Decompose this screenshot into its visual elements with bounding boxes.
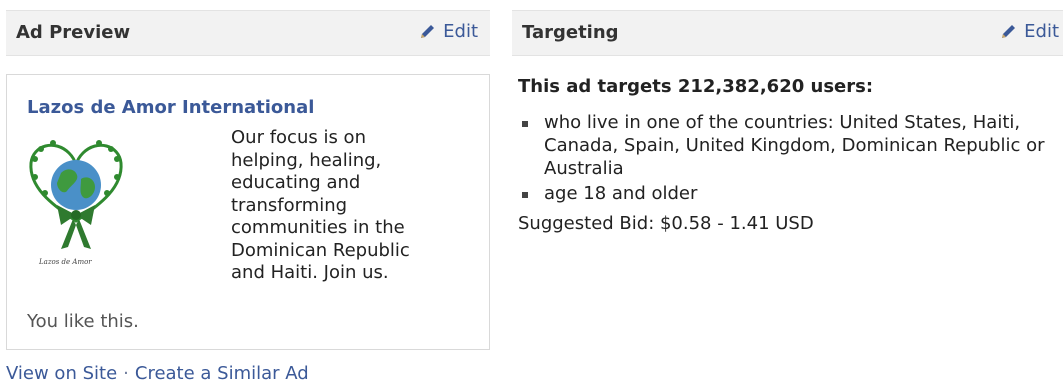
target-criteria-list: who live in one of the countries: United… (518, 111, 1058, 205)
targeting-title: Targeting (522, 22, 619, 43)
ad-preview-title: Ad Preview (16, 22, 131, 43)
link-separator: · (123, 363, 129, 384)
targeting-panel: This ad targets 212,382,620 users: who l… (518, 76, 1058, 235)
ad-title-link[interactable]: Lazos de Amor International (27, 97, 314, 118)
view-on-site-link[interactable]: View on Site (6, 363, 117, 384)
ad-body-text: Our focus is on helping, healing, educat… (231, 127, 410, 283)
pencil-icon (421, 25, 435, 38)
targeting-header: Targeting Edit (512, 10, 1063, 56)
target-headline: This ad targets 212,382,620 users: (518, 76, 874, 97)
targeting-edit-label: Edit (1024, 21, 1059, 42)
targeting-edit-button[interactable]: Edit (1000, 21, 1059, 42)
ad-preview-edit-label: Edit (443, 21, 478, 42)
logo-script-text: Lazos de Amor (38, 258, 92, 266)
target-criterion-age: age 18 and older (522, 182, 1058, 205)
create-similar-ad-link[interactable]: Create a Similar Ad (135, 363, 309, 384)
target-criterion-countries: who live in one of the countries: United… (522, 111, 1058, 180)
suggested-bid-text: Suggested Bid: $0.58 - 1.41 USD (518, 213, 814, 234)
ad-preview-card: Lazos de Amor International Lazos de Amo… (6, 74, 490, 350)
ad-preview-header: Ad Preview Edit (6, 10, 490, 56)
pencil-icon (1002, 25, 1016, 38)
ad-like-text: You like this. (27, 311, 139, 332)
ad-preview-edit-button[interactable]: Edit (419, 21, 478, 42)
ad-action-links: View on Site · Create a Similar Ad (6, 364, 309, 384)
ad-logo-image[interactable]: Lazos de Amor (21, 129, 131, 269)
